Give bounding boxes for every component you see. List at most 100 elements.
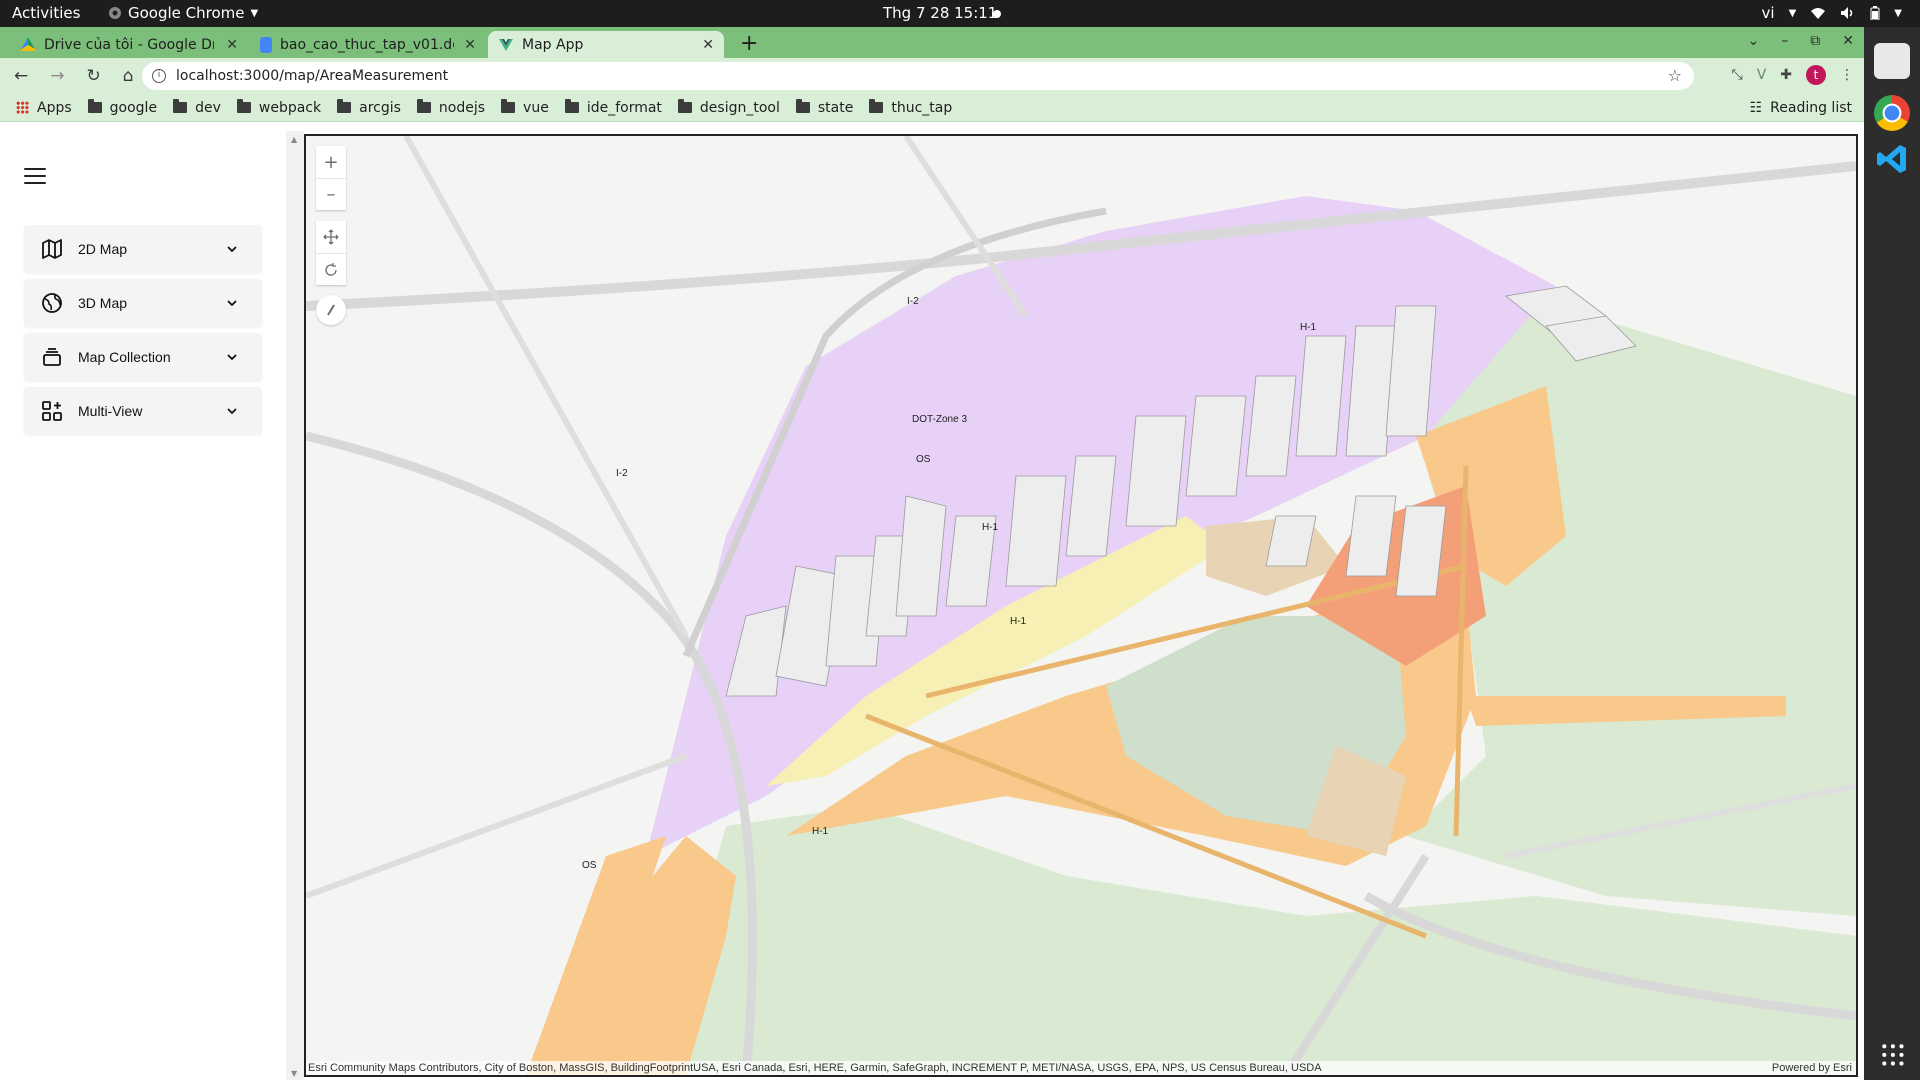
attribution-text: Esri Community Maps Contributors, City o… <box>308 1062 1322 1074</box>
sidebar: 2D Map 3D Map Map Collection Multi-View <box>0 131 286 1080</box>
minimize-icon[interactable]: – <box>1781 33 1788 49</box>
bookmark-label: arcgis <box>359 99 401 116</box>
tab-strip: Drive của tôi - Google Dri ✕ bao_cao_thu… <box>0 27 1864 58</box>
language-indicator[interactable]: vi <box>1762 4 1775 22</box>
restore-icon[interactable]: ⧉ <box>1810 33 1820 49</box>
reading-list-icon: ☷ <box>1749 99 1763 116</box>
profile-avatar[interactable]: t <box>1806 65 1826 85</box>
bookmark-folder[interactable]: vue <box>501 99 549 116</box>
browser-window: Drive của tôi - Google Dri ✕ bao_cao_thu… <box>0 27 1864 1080</box>
bookmark-folder[interactable]: thuc_tap <box>869 99 953 116</box>
folder-icon <box>677 99 692 113</box>
new-tab-icon[interactable]: + <box>740 31 758 56</box>
extension-icon[interactable]: ⤡ <box>1731 67 1742 83</box>
bookmark-apps[interactable]: Apps <box>16 100 72 116</box>
map-canvas[interactable] <box>306 136 1856 1075</box>
close-window-icon[interactable]: ✕ <box>1842 33 1854 49</box>
show-apps-icon[interactable] <box>1880 1042 1906 1068</box>
forward-icon[interactable]: → <box>50 66 64 86</box>
close-icon[interactable]: ✕ <box>226 37 238 53</box>
bookmark-folder[interactable]: arcgis <box>337 99 401 116</box>
system-tray[interactable]: vi ▼ ▼ <box>1762 4 1902 22</box>
bookmark-folder[interactable]: dev <box>173 99 221 116</box>
bookmark-label: design_tool <box>699 99 780 116</box>
notification-dot <box>993 10 1001 18</box>
apps-grid-icon <box>16 101 29 114</box>
globe-icon <box>42 293 62 313</box>
zone-label: OS <box>582 860 597 871</box>
zone-label: OS <box>916 454 931 465</box>
navigation-controls <box>316 221 346 285</box>
map-view[interactable]: I-2 I-2 H-1 DOT-Zone 3 OS H-1 H-1 H-1 OS… <box>304 134 1858 1077</box>
tab-search-icon[interactable]: ⌄ <box>1748 33 1760 49</box>
folder-icon <box>87 99 102 113</box>
scroll-up-icon[interactable]: ▲ <box>291 135 297 144</box>
bookmark-folder[interactable]: state <box>795 99 854 116</box>
chevron-down-icon <box>227 246 237 253</box>
close-icon[interactable]: ✕ <box>702 37 714 53</box>
home-icon[interactable]: ⌂ <box>123 66 134 86</box>
bookmark-folder[interactable]: design_tool <box>677 99 780 116</box>
folder-icon <box>416 99 431 113</box>
sidebar-item-label: Multi-View <box>78 403 143 419</box>
sidebar-item-3d-map[interactable]: 3D Map <box>24 279 262 327</box>
sidebar-item-multi-view[interactable]: Multi-View <box>24 387 262 435</box>
powered-by-esri[interactable]: Powered by Esri <box>1772 1061 1852 1075</box>
folder-icon <box>173 99 188 113</box>
reload-icon[interactable]: ↻ <box>87 66 101 86</box>
map-attribution: Esri Community Maps Contributors, City o… <box>306 1061 1856 1075</box>
bookmark-star-icon[interactable]: ☆ <box>1668 66 1682 85</box>
chrome-icon[interactable] <box>1874 95 1910 131</box>
nav-buttons: ← → ↻ ⌂ <box>14 66 134 86</box>
url-text[interactable]: localhost:3000/map/AreaMeasurement <box>176 68 448 84</box>
bookmarks-bar: Apps google dev webpack arcgis nodejs vu… <box>0 94 1864 122</box>
reading-list-label: Reading list <box>1770 99 1852 116</box>
window-controls: ⌄ – ⧉ ✕ <box>1748 33 1854 49</box>
bookmark-label: ide_format <box>586 99 662 116</box>
tab-google-docs[interactable]: bao_cao_thuc_tap_v01.dc ✕ <box>250 31 486 58</box>
bookmark-folder[interactable]: ide_format <box>564 99 662 116</box>
folder-icon <box>869 99 884 113</box>
hamburger-menu-icon[interactable] <box>24 168 46 184</box>
sidebar-item-map-collection[interactable]: Map Collection <box>24 333 262 381</box>
scroll-down-icon[interactable]: ▼ <box>291 1069 297 1078</box>
bookmark-label: thuc_tap <box>891 99 953 116</box>
google-drive-icon <box>20 37 36 51</box>
kebab-menu-icon[interactable]: ⋮ <box>1840 67 1854 83</box>
zone-label: H-1 <box>1300 322 1317 333</box>
zone-label: I-2 <box>907 296 919 307</box>
zoom-controls: + – <box>316 146 346 210</box>
close-icon[interactable]: ✕ <box>464 37 476 53</box>
clock[interactable]: Thg 7 28 15:11 <box>883 4 997 22</box>
bookmark-folder[interactable]: google <box>87 99 157 116</box>
zoom-in-icon[interactable]: + <box>316 146 346 178</box>
sidebar-item-2d-map[interactable]: 2D Map <box>24 225 262 273</box>
bookmark-folder[interactable]: webpack <box>236 99 321 116</box>
vue-icon <box>499 38 513 51</box>
layers-icon <box>43 348 61 366</box>
address-bar[interactable]: i localhost:3000/map/AreaMeasurement ☆ <box>142 62 1694 90</box>
chevron-down-icon: ▼ <box>1894 7 1902 19</box>
bookmark-label: state <box>817 99 854 116</box>
vscode-icon[interactable] <box>1874 141 1910 177</box>
tab-title: bao_cao_thuc_tap_v01.dc <box>280 36 454 53</box>
google-docs-icon <box>260 36 272 53</box>
files-icon[interactable] <box>1874 43 1910 79</box>
sidebar-scrollbar[interactable]: ▲ ▼ <box>286 131 304 1080</box>
back-icon[interactable]: ← <box>14 66 28 86</box>
info-icon[interactable]: i <box>152 69 166 83</box>
chevron-down-icon <box>227 354 237 361</box>
rotate-icon[interactable] <box>316 253 346 285</box>
bookmark-folder[interactable]: nodejs <box>416 99 485 116</box>
tab-map-app[interactable]: Map App ✕ <box>488 31 724 58</box>
vue-devtools-icon[interactable]: V <box>1757 67 1767 83</box>
compass-icon[interactable] <box>316 295 346 325</box>
app-menu[interactable]: Google Chrome ▼ <box>108 4 258 22</box>
puzzle-icon[interactable]: ✚ <box>1780 67 1792 83</box>
zoom-out-icon[interactable]: – <box>316 178 346 210</box>
tab-google-drive[interactable]: Drive của tôi - Google Dri ✕ <box>10 31 248 58</box>
reading-list[interactable]: ☷ Reading list <box>1750 100 1852 116</box>
folder-icon <box>337 99 352 113</box>
pan-icon[interactable] <box>316 221 346 253</box>
activities-button[interactable]: Activities <box>12 4 80 22</box>
